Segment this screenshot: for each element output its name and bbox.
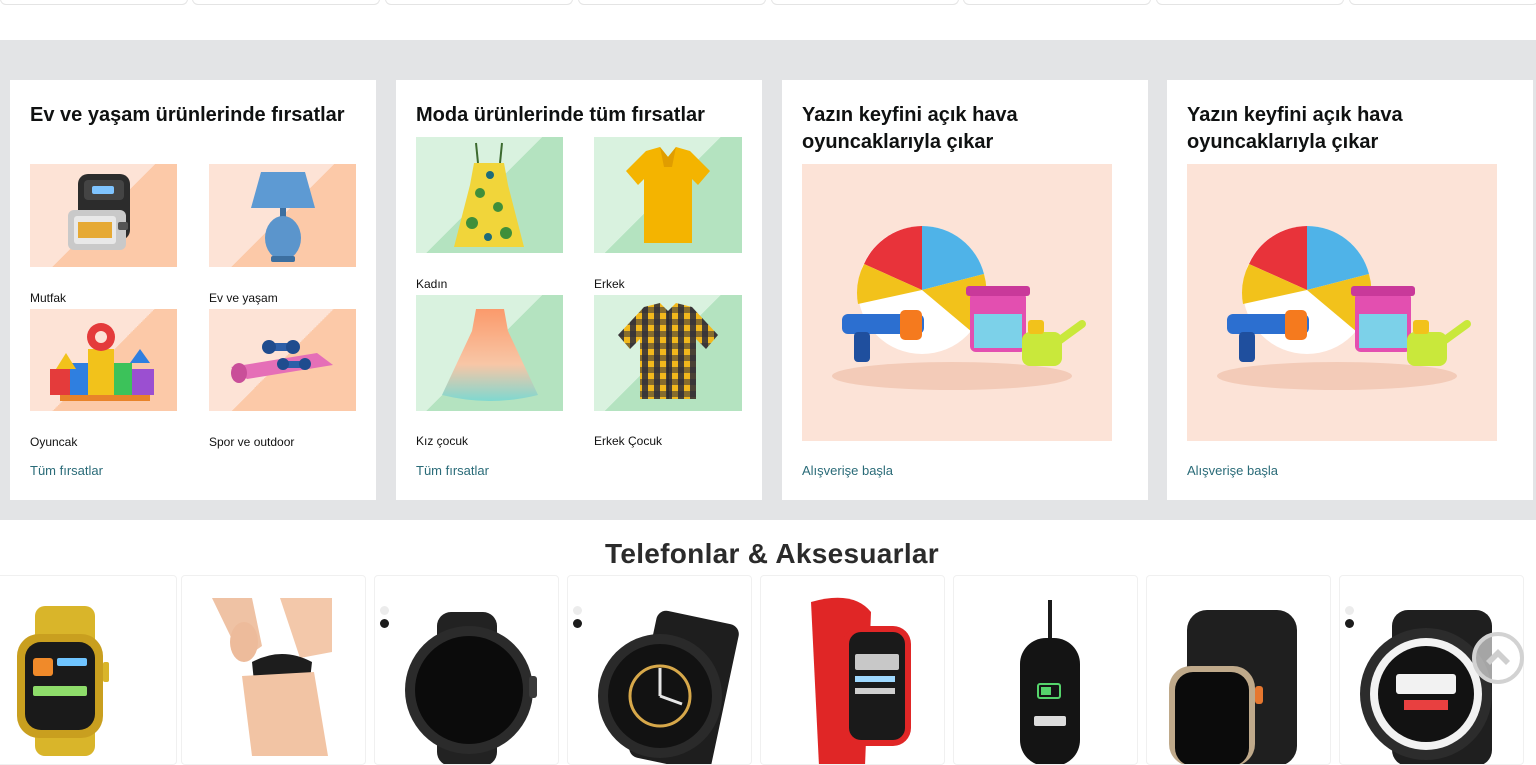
- fitness-tracker-charging-icon: [1020, 600, 1080, 764]
- girls-dress-icon: [416, 295, 563, 411]
- top-carousel-strip: [0, 0, 1536, 40]
- toy-blocks-icon: [30, 309, 177, 411]
- section-title: Telefonlar & Aksesuarlar: [605, 538, 939, 569]
- deal-tile-label: Kadın: [416, 277, 448, 291]
- product-card[interactable]: [567, 575, 752, 765]
- round-smartwatch-icon: [405, 612, 537, 764]
- top-card[interactable]: [385, 0, 573, 5]
- top-card[interactable]: [192, 0, 380, 5]
- all-deals-link[interactable]: Tüm fırsatlar: [30, 463, 103, 478]
- plaid-shirt-icon: [594, 295, 742, 411]
- deal-tile-label: Ev ve yaşam: [209, 291, 278, 305]
- top-card[interactable]: [1349, 0, 1536, 5]
- floral-dress-icon: [416, 137, 563, 253]
- deals-section: Ev ve yaşam ürünlerinde fırsatlar Mutfak: [0, 40, 1536, 520]
- top-card[interactable]: [0, 0, 188, 5]
- product-card[interactable]: [0, 575, 177, 765]
- deal-tile-label: Mutfak: [30, 291, 67, 305]
- deal-card-title: Ev ve yaşam ürünlerinde fırsatlar: [30, 104, 345, 126]
- deal-card-outdoor-toys: Yazın keyfini açık hava oyuncaklarıyla ç…: [782, 80, 1148, 500]
- yellow-polo-shirt-icon: [594, 137, 742, 253]
- deal-card-fashion: Moda ürünlerinde tüm fırsatlar Kadın Erk…: [396, 80, 762, 500]
- product-card[interactable]: [181, 575, 366, 765]
- top-card[interactable]: [1156, 0, 1344, 5]
- all-deals-link[interactable]: Tüm fırsatlar: [416, 463, 489, 478]
- air-fryer-icon: [30, 164, 177, 267]
- beach-toys-icon: [1187, 164, 1497, 441]
- deal-card-title: Yazın keyfini açık hava oyuncaklarıyla ç…: [802, 104, 1018, 153]
- top-card[interactable]: [771, 0, 959, 5]
- ultra-smartwatch-icon: [1169, 610, 1297, 764]
- deal-tile-label: Oyuncak: [30, 435, 78, 449]
- top-card[interactable]: [578, 0, 766, 5]
- deal-tile-label: Kız çocuk: [416, 434, 469, 448]
- lamp-icon: [209, 164, 356, 267]
- deal-card-title: Moda ürünlerinde tüm fırsatlar: [416, 104, 705, 126]
- scroll-to-top-button[interactable]: [1472, 632, 1524, 684]
- rugged-smartwatch-icon: [598, 610, 739, 764]
- beach-toys-icon: [802, 164, 1112, 441]
- arrow-up-icon: [1486, 649, 1510, 665]
- gold-smartwatch-icon: [17, 606, 109, 756]
- top-card[interactable]: [963, 0, 1151, 5]
- product-card[interactable]: [953, 575, 1138, 765]
- deal-card-title: Yazın keyfini açık hava oyuncaklarıyla ç…: [1187, 104, 1403, 153]
- deal-card-outdoor-toys-2: Yazın keyfini açık hava oyuncaklarıyla ç…: [1167, 80, 1533, 500]
- deal-tile-label: Erkek: [594, 277, 625, 291]
- red-fitness-band-icon: [811, 597, 911, 764]
- start-shopping-link[interactable]: Alışverişe başla: [1187, 463, 1278, 478]
- deal-card-home: Ev ve yaşam ürünlerinde fırsatlar Mutfak: [10, 80, 376, 500]
- product-card[interactable]: [374, 575, 559, 765]
- start-shopping-link[interactable]: Alışverişe başla: [802, 463, 893, 478]
- deal-tile-label: Erkek Çocuk: [594, 434, 663, 448]
- yoga-mat-icon: [209, 309, 356, 411]
- product-card[interactable]: [760, 575, 945, 765]
- product-card[interactable]: [1146, 575, 1331, 765]
- deal-tile-label: Spor ve outdoor: [209, 435, 295, 449]
- wrist-strap-icon: [212, 598, 332, 756]
